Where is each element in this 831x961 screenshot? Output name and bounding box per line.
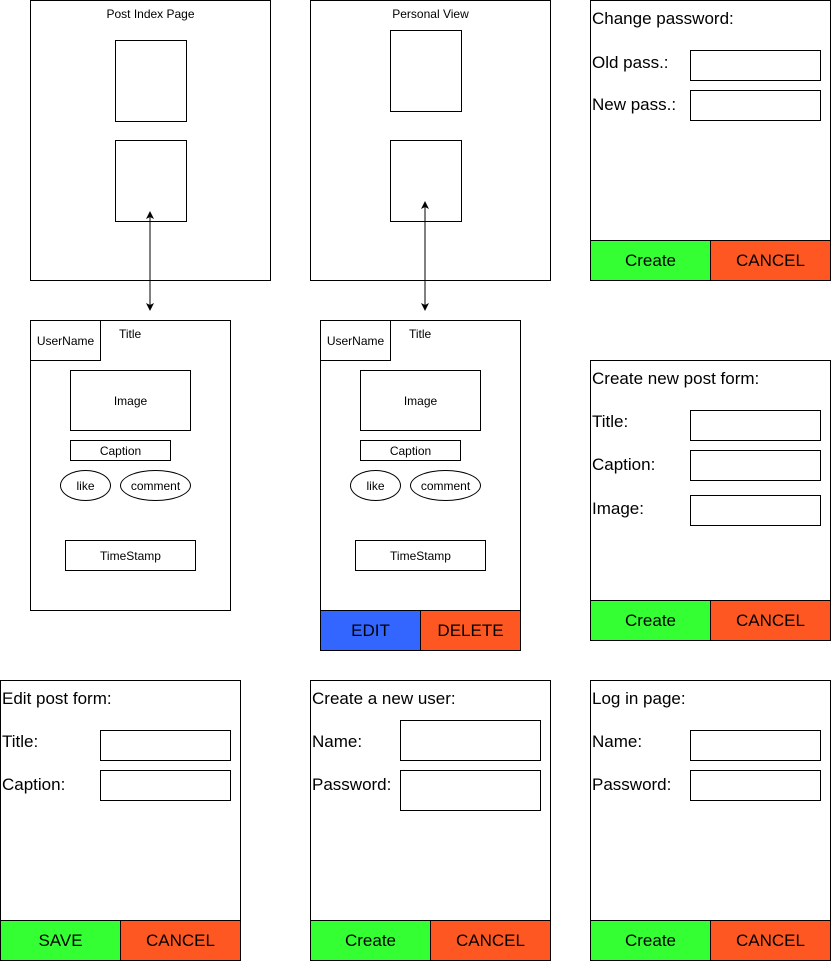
connector-arrows	[146, 201, 429, 311]
